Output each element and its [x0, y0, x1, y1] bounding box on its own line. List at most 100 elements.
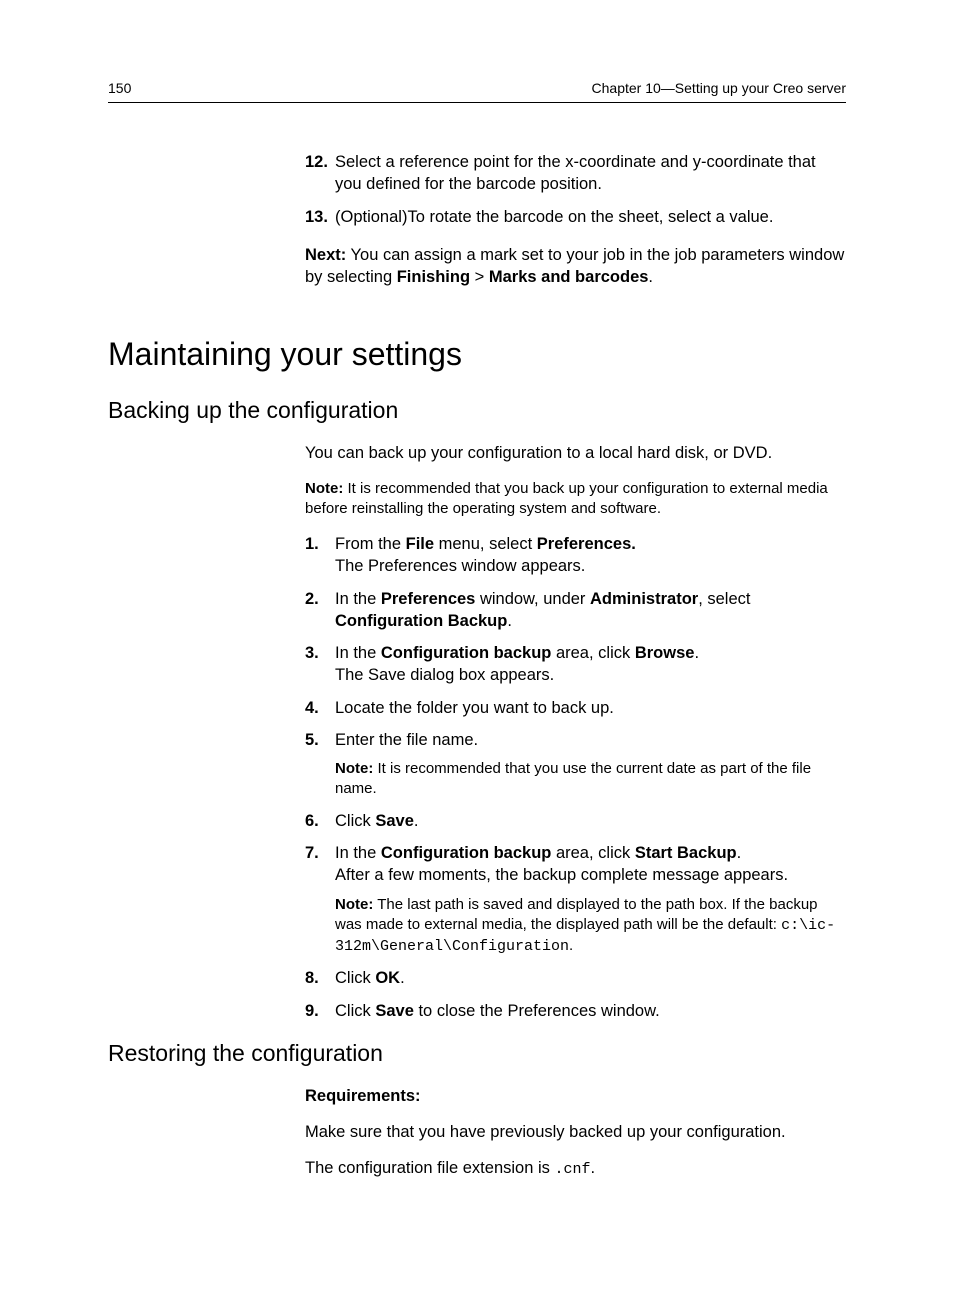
- backup-intro: You can back up your configuration to a …: [305, 442, 846, 464]
- t: area, click: [551, 844, 634, 862]
- b: Configuration Backup: [335, 612, 507, 630]
- note-label: Note:: [335, 896, 373, 913]
- t: Click: [335, 969, 375, 987]
- t: Click: [335, 812, 375, 830]
- tail: .: [694, 644, 699, 662]
- step-number: 4.: [305, 697, 335, 719]
- t: The configuration file extension is: [305, 1159, 554, 1177]
- next-label: Next:: [305, 246, 346, 264]
- next-sep: >: [470, 268, 489, 286]
- tail: .: [591, 1159, 596, 1177]
- backup-step-6: 6. Click Save.: [305, 810, 846, 832]
- backup-step-9: 9. Click Save to close the Preferences w…: [305, 1000, 846, 1022]
- t: In the: [335, 644, 381, 662]
- b: Configuration backup: [381, 644, 552, 662]
- step-body: Select a reference point for the x-coord…: [335, 151, 846, 196]
- t: In the: [335, 844, 381, 862]
- t: , select: [698, 590, 750, 608]
- backup-step-2: 2. In the Preferences window, under Admi…: [305, 588, 846, 633]
- note-text: It is recommended that you use the curre…: [335, 760, 811, 797]
- step-body: In the Configuration backup area, click …: [335, 842, 846, 957]
- step-13: 13. (Optional)To rotate the barcode on t…: [305, 206, 846, 228]
- section-heading-maintaining: Maintaining your settings: [108, 336, 846, 373]
- tail: .: [400, 969, 405, 987]
- step-number: 12.: [305, 151, 335, 196]
- req-label: Requirements:: [305, 1087, 421, 1105]
- step-number: 2.: [305, 588, 335, 633]
- tail: .: [737, 844, 742, 862]
- backup-step-7: 7. In the Configuration backup area, cli…: [305, 842, 846, 957]
- t: In the: [335, 590, 381, 608]
- ext-code: .cnf: [554, 1161, 590, 1178]
- b: Save: [375, 1002, 414, 1020]
- chapter-label: Chapter 10—Setting up your Creo server: [592, 80, 846, 96]
- t: Click: [335, 1002, 375, 1020]
- backup-step-5: 5. Enter the file name. Note: It is reco…: [305, 729, 846, 800]
- step-body: Click OK.: [335, 967, 846, 989]
- step-number: 13.: [305, 206, 335, 228]
- b: Start Backup: [635, 844, 737, 862]
- t: window, under: [475, 590, 590, 608]
- page-header: 150 Chapter 10—Setting up your Creo serv…: [108, 80, 846, 103]
- step-body: Locate the folder you want to back up.: [335, 697, 846, 719]
- step-5-note: Note: It is recommended that you use the…: [335, 759, 846, 800]
- backup-content: You can back up your configuration to a …: [305, 442, 846, 1021]
- tail: .: [414, 812, 419, 830]
- backup-note: Note: It is recommended that you back up…: [305, 479, 846, 520]
- next-tail: .: [648, 268, 653, 286]
- next-block: Next: You can assign a mark set to your …: [305, 244, 846, 289]
- step-body: (Optional)To rotate the barcode on the s…: [335, 206, 846, 228]
- b: OK: [375, 969, 400, 987]
- t: to close the Preferences window.: [414, 1002, 660, 1020]
- b: Save: [375, 812, 414, 830]
- line2: The Save dialog box appears.: [335, 666, 554, 684]
- b: Administrator: [590, 590, 698, 608]
- step-number: 7.: [305, 842, 335, 957]
- intro-step-list: 12. Select a reference point for the x-c…: [305, 151, 846, 228]
- note-text: It is recommended that you back up your …: [305, 480, 828, 517]
- t: menu, select: [434, 535, 537, 553]
- page-number: 150: [108, 80, 131, 96]
- t: Enter the file name.: [335, 731, 478, 749]
- line2: After a few moments, the backup complete…: [335, 866, 788, 884]
- note-text: The last path is saved and displayed to …: [335, 896, 818, 933]
- backup-step-8: 8. Click OK.: [305, 967, 846, 989]
- b: Preferences: [381, 590, 475, 608]
- t: From the: [335, 535, 406, 553]
- step-body: From the File menu, select Preferences. …: [335, 533, 846, 578]
- step-number: 6.: [305, 810, 335, 832]
- subsection-heading-restore: Restoring the configuration: [108, 1040, 846, 1067]
- step-number: 1.: [305, 533, 335, 578]
- step-12: 12. Select a reference point for the x-c…: [305, 151, 846, 196]
- backup-step-4: 4. Locate the folder you want to back up…: [305, 697, 846, 719]
- intro-steps-block: 12. Select a reference point for the x-c…: [305, 151, 846, 288]
- t: area, click: [551, 644, 634, 662]
- backup-step-list: 1. From the File menu, select Preference…: [305, 533, 846, 1022]
- note-tail: .: [569, 937, 573, 954]
- backup-step-1: 1. From the File menu, select Preference…: [305, 533, 846, 578]
- step-body: In the Preferences window, under Adminis…: [335, 588, 846, 633]
- subsection-heading-backup: Backing up the configuration: [108, 397, 846, 424]
- step-number: 8.: [305, 967, 335, 989]
- requirements-label: Requirements:: [305, 1085, 846, 1107]
- step-7-note: Note: The last path is saved and display…: [335, 895, 846, 958]
- b: Browse: [635, 644, 695, 662]
- b: Preferences.: [537, 535, 636, 553]
- step-body: Click Save.: [335, 810, 846, 832]
- step-body: Click Save to close the Preferences wind…: [335, 1000, 846, 1022]
- step-body: Enter the file name. Note: It is recomme…: [335, 729, 846, 800]
- next-bold-2: Marks and barcodes: [489, 268, 649, 286]
- line2: The Preferences window appears.: [335, 557, 585, 575]
- note-label: Note:: [305, 480, 343, 497]
- next-bold-1: Finishing: [397, 268, 470, 286]
- requirements-text: Make sure that you have previously backe…: [305, 1121, 846, 1143]
- backup-step-3: 3. In the Configuration backup area, cli…: [305, 642, 846, 687]
- step-number: 5.: [305, 729, 335, 800]
- extension-text: The configuration file extension is .cnf…: [305, 1157, 846, 1180]
- note-label: Note:: [335, 760, 373, 777]
- b: Configuration backup: [381, 844, 552, 862]
- step-number: 3.: [305, 642, 335, 687]
- step-number: 9.: [305, 1000, 335, 1022]
- step-body: In the Configuration backup area, click …: [335, 642, 846, 687]
- b: File: [406, 535, 434, 553]
